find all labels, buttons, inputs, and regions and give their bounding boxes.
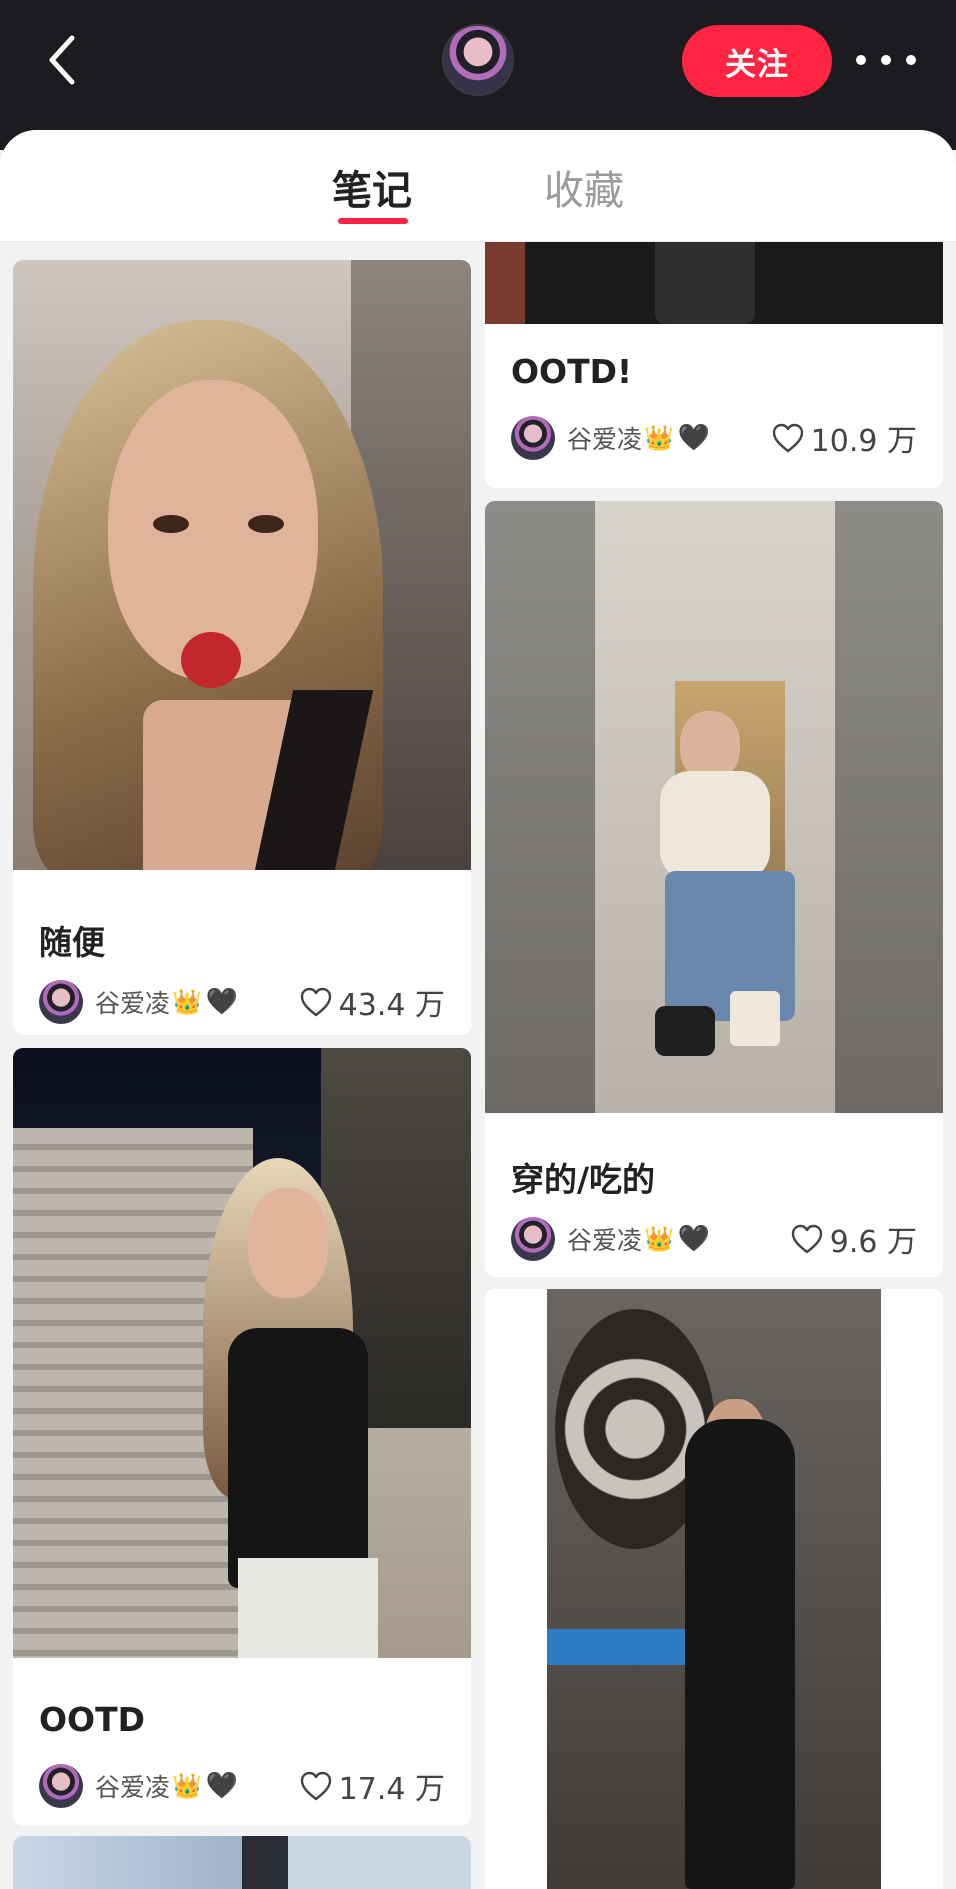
note-title: OOTD!	[511, 352, 633, 391]
note-cover-image	[13, 260, 471, 870]
active-tab-indicator	[338, 218, 408, 224]
note-card[interactable]: OOTD! 谷爱凌 👑 🖤 10.9 万	[485, 242, 943, 488]
tab-bar: 笔记 收藏	[0, 130, 956, 242]
like-button[interactable]: 17.4 万	[299, 1764, 445, 1808]
more-dot-icon	[906, 55, 916, 65]
follow-button[interactable]: 关注	[682, 25, 832, 97]
tab-notes[interactable]: 笔记	[332, 158, 412, 216]
author-avatar[interactable]	[511, 416, 555, 460]
crown-icon: 👑	[172, 1772, 202, 1800]
heart-outline-icon	[772, 423, 803, 453]
black-heart-icon: 🖤	[205, 987, 239, 1017]
note-cover-image	[485, 1289, 943, 1889]
note-cover-image	[485, 242, 943, 324]
note-cover-image	[13, 1048, 471, 1658]
note-meta: 谷爱凌 👑 🖤 10.9 万	[511, 414, 917, 462]
crown-icon: 👑	[644, 1225, 674, 1253]
crown-icon: 👑	[172, 988, 202, 1016]
note-cover-image	[485, 501, 943, 1113]
crown-icon: 👑	[644, 424, 674, 452]
author-avatar[interactable]	[39, 980, 83, 1024]
note-card[interactable]: OOTD 谷爱凌 👑 🖤 17.4 万	[13, 1048, 471, 1826]
author-name[interactable]: 谷爱凌	[95, 984, 170, 1020]
more-dot-icon	[881, 55, 891, 65]
more-dot-icon	[856, 55, 866, 65]
note-card[interactable]: 随便 谷爱凌 👑 🖤 43.4 万	[13, 260, 471, 1035]
heart-outline-icon	[300, 987, 331, 1017]
tab-collections[interactable]: 收藏	[544, 158, 624, 216]
black-heart-icon: 🖤	[677, 423, 711, 453]
like-count: 43.4 万	[338, 988, 445, 1023]
notes-feed[interactable]: 随便 谷爱凌 👑 🖤 43.4 万 OOTD 谷爱凌 👑 🖤 17.4 万 OO…	[0, 242, 956, 1889]
note-cover-image	[13, 1836, 471, 1889]
note-title: 随便	[39, 923, 105, 962]
back-button[interactable]	[40, 30, 84, 90]
heart-outline-icon	[300, 1771, 331, 1801]
note-meta: 谷爱凌 👑 🖤 43.4 万	[39, 978, 445, 1026]
heart-outline-icon	[791, 1224, 822, 1254]
note-title: 穿的/吃的	[511, 1160, 656, 1199]
author-name[interactable]: 谷爱凌	[567, 1221, 642, 1257]
more-options-button[interactable]	[856, 40, 916, 80]
like-count: 10.9 万	[810, 424, 917, 459]
note-card[interactable]	[485, 1289, 943, 1889]
note-card[interactable]	[13, 1836, 471, 1889]
top-bar: 关注	[0, 0, 956, 150]
author-avatar[interactable]	[39, 1764, 83, 1808]
chevron-left-icon	[49, 35, 75, 85]
like-button[interactable]: 10.9 万	[771, 416, 917, 460]
profile-avatar[interactable]	[442, 24, 514, 96]
like-count: 9.6 万	[829, 1225, 917, 1260]
note-meta: 谷爱凌 👑 🖤 17.4 万	[39, 1762, 445, 1810]
like-button[interactable]: 43.4 万	[299, 980, 445, 1024]
black-heart-icon: 🖤	[677, 1224, 711, 1254]
black-heart-icon: 🖤	[205, 1771, 239, 1801]
author-avatar[interactable]	[511, 1217, 555, 1261]
note-title: OOTD	[39, 1700, 146, 1739]
note-card[interactable]: 穿的/吃的 谷爱凌 👑 🖤 9.6 万	[485, 501, 943, 1277]
like-count: 17.4 万	[338, 1772, 445, 1807]
like-button[interactable]: 9.6 万	[790, 1217, 917, 1261]
author-name[interactable]: 谷爱凌	[567, 420, 642, 456]
author-name[interactable]: 谷爱凌	[95, 1768, 170, 1804]
note-meta: 谷爱凌 👑 🖤 9.6 万	[511, 1215, 917, 1263]
